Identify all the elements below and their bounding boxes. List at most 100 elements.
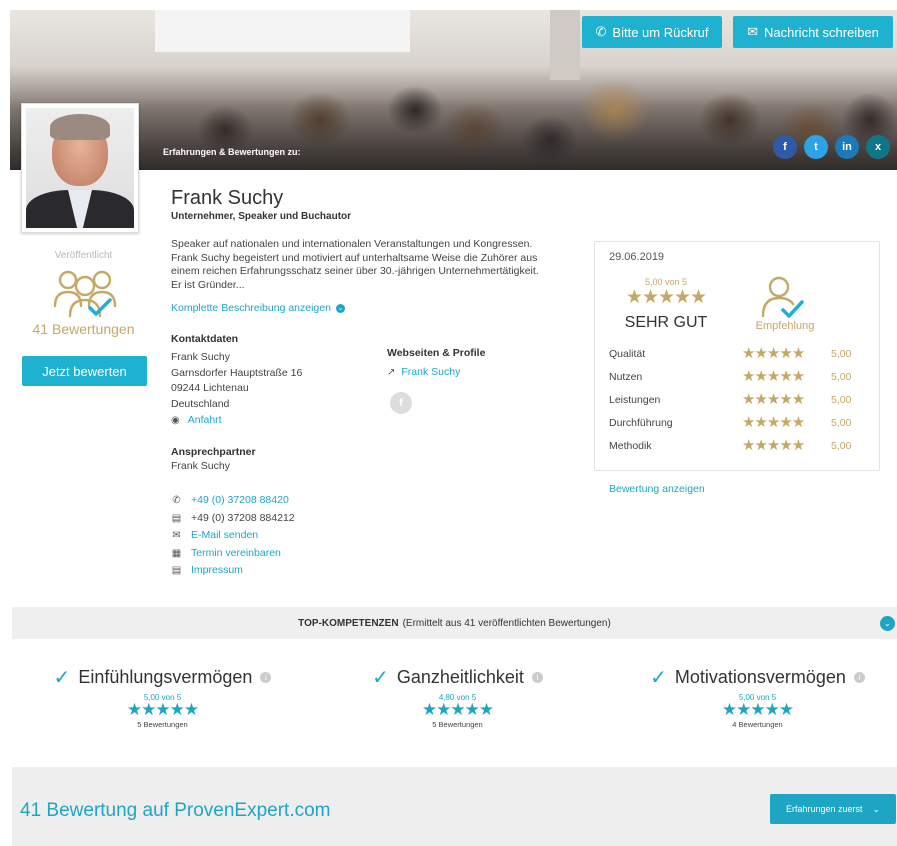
published-label: Veröffentlicht (54, 250, 113, 261)
checkmark-icon: ✓ (53, 667, 71, 689)
contact-line: Deutschland (171, 397, 230, 410)
checkmark-icon: ✓ (650, 667, 667, 689)
envelope-icon: ✉ (747, 24, 758, 39)
recommendation-label: Empfehlung (755, 320, 815, 332)
rating-verdict: SEHR GUT (624, 314, 708, 331)
checkmark-icon: ✓ (372, 667, 389, 689)
hero-caption: Erfahrungen & Bewertungen zu: (163, 147, 301, 157)
appointment-link[interactable]: Termin vereinbaren (191, 545, 281, 563)
rating-card: 29.06.2019 5,00 von 5 ★★★★★ SEHR GUT Emp… (594, 241, 880, 471)
criterion-stars: ★★★★★ (742, 391, 805, 408)
info-icon[interactable]: i (531, 672, 543, 683)
message-label: Nachricht schreiben (764, 24, 879, 40)
fax-number: +49 (0) 37208 884212 (191, 511, 295, 524)
email-link[interactable]: E-Mail senden (191, 527, 258, 545)
info-icon[interactable]: i (260, 672, 272, 683)
location-pin-icon: ◉ (171, 414, 180, 426)
sort-dropdown[interactable]: Erfahrungen zuerst ⌄ (770, 794, 896, 824)
contact-line: Frank Suchy (171, 351, 230, 363)
contact-list: ✆ +49 (0) 37208 88420 ▤ +49 (0) 37208 88… (171, 492, 295, 580)
callback-button[interactable]: ✆ Bitte um Rückruf (582, 16, 722, 48)
description-line: Speaker auf nationalen und international… (171, 238, 533, 250)
document-icon: ▤ (171, 565, 182, 576)
directions-link[interactable]: ◉ Anfahrt (171, 414, 222, 426)
linkedin-icon[interactable]: in (835, 135, 859, 159)
expert-name: Frank Suchy (171, 187, 284, 209)
write-message-button[interactable]: ✉ Nachricht schreiben (733, 16, 893, 48)
info-icon[interactable]: i (853, 672, 865, 683)
description-line: einem reichen Erfahrungsschatz seiner üb… (171, 265, 539, 277)
chevron-down-icon: ⌄ (335, 303, 345, 313)
rating-stars: ★★★★★ (625, 287, 707, 308)
competence-item: ✓ Einfühlungsvermögen i 5,00 von 5 ★★★★★… (40, 665, 285, 729)
criterion-value: 5,00 (831, 371, 852, 383)
competence-stars: ★★★★★ (126, 700, 199, 719)
web-profiles-heading: Webseiten & Profile (387, 347, 486, 359)
fax-icon: ▤ (171, 512, 182, 524)
twitter-icon[interactable]: t (804, 135, 828, 159)
competence-title: Einfühlungsvermögen (78, 667, 253, 687)
profile-portrait (21, 103, 139, 233)
website-link[interactable]: ↗ Frank Suchy (387, 366, 460, 378)
contact-person-name: Frank Suchy (171, 460, 230, 472)
criterion-label: Durchführung (609, 417, 673, 429)
criterion-value: 5,00 (831, 417, 852, 429)
criterion-label: Nutzen (609, 371, 643, 383)
competence-title-row: ✓ Motivationsvermögen i (635, 665, 880, 690)
phone-icon: ✆ (595, 24, 607, 39)
xing-icon[interactable]: x (866, 135, 890, 159)
competence-title-row: ✓ Ganzheitlichkeit i (360, 665, 555, 690)
imprint-link[interactable]: Impressum (191, 562, 243, 580)
chevron-down-icon: ⌄ (872, 803, 881, 814)
criterion-label: Methodik (609, 440, 652, 452)
competence-item: ✓ Motivationsvermögen i 5,00 von 5 ★★★★★… (635, 665, 880, 729)
criterion-stars: ★★★★★ (742, 437, 805, 454)
description-line: Frank Suchy begeistert und motiviert auf… (171, 251, 538, 264)
criterion-stars: ★★★★★ (742, 368, 805, 385)
competence-title-row: ✓ Einfühlungsvermögen i (40, 665, 285, 690)
competence-title: Motivationsvermögen (674, 667, 846, 687)
chevron-down-icon[interactable]: ⌄ (880, 616, 895, 631)
full-description-link[interactable]: Komplette Beschreibung anzeigen ⌄ (171, 302, 345, 314)
envelope-icon: ✉ (172, 530, 181, 541)
facebook-profile-icon[interactable]: f (390, 392, 412, 414)
expert-subtitle: Unternehmer, Speaker und Buchautor (171, 211, 352, 222)
facebook-icon[interactable]: f (773, 135, 797, 159)
competence-count: 4 Bewertungen (732, 720, 783, 729)
callback-label: Bitte um Rückruf (612, 24, 709, 40)
fax-row: ▤ +49 (0) 37208 884212 (171, 510, 295, 528)
criterion-stars: ★★★★★ (742, 414, 805, 431)
competences-bar[interactable]: TOP-KOMPETENZEN (Ermittelt aus 41 veröff… (12, 607, 897, 639)
reviews-count: 41 Bewertungen (32, 321, 135, 337)
reviewers-icon (53, 270, 117, 318)
rate-now-button[interactable]: Jetzt bewerten (22, 356, 147, 386)
photo-hair (50, 114, 110, 140)
competences-heading: TOP-KOMPETENZEN (298, 617, 399, 629)
criterion-value: 5,00 (831, 394, 852, 406)
calendar-icon: ▦ (171, 547, 182, 559)
contact-heading: Kontaktdaten (171, 333, 239, 345)
competence-stars: ★★★★★ (721, 700, 794, 719)
competence-stars: ★★★★★ (421, 700, 494, 719)
contact-line: Garnsdorfer Hauptstraße 16 (171, 366, 303, 379)
criterion-label: Qualität (609, 348, 646, 360)
criterion-value: 5,00 (831, 348, 852, 360)
reviews-footer-title: 41 Bewertung auf ProvenExpert.com (20, 800, 331, 821)
expert-description: Speaker auf nationalen und international… (171, 238, 576, 292)
recommendation-icon (761, 276, 804, 318)
phone-row[interactable]: ✆ +49 (0) 37208 88420 (171, 492, 295, 510)
email-row[interactable]: ✉ E-Mail senden (171, 527, 295, 545)
contact-address: Frank Suchy Garnsdorfer Hauptstraße 16 0… (171, 350, 302, 412)
phone-icon: ✆ (172, 495, 181, 506)
profile-photo (26, 108, 134, 228)
imprint-row[interactable]: ▤ Impressum (171, 562, 295, 580)
criterion-stars: ★★★★★ (742, 345, 805, 362)
competence-item: ✓ Ganzheitlichkeit i 4,80 von 5 ★★★★★ 5 … (360, 665, 555, 729)
criterion-value: 5,00 (831, 440, 852, 452)
show-rating-link[interactable]: Bewertung anzeigen (609, 483, 705, 495)
full-description-label: Komplette Beschreibung anzeigen (171, 302, 331, 314)
appointment-row[interactable]: ▦ Termin vereinbaren (171, 545, 295, 563)
phone-number[interactable]: +49 (0) 37208 88420 (191, 492, 289, 510)
website-label: Frank Suchy (401, 366, 461, 378)
sort-label: Erfahrungen zuerst (785, 804, 863, 814)
